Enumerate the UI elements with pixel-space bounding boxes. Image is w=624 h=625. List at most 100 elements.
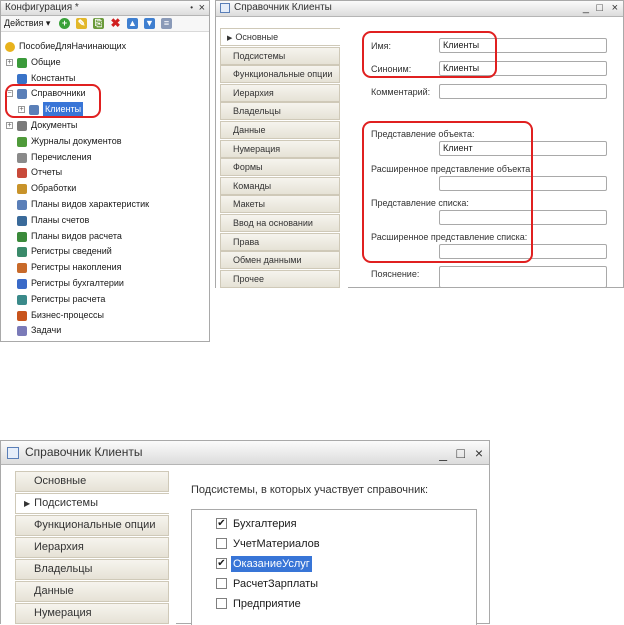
tree-item[interactable]: Регистры накопления: [1, 260, 209, 275]
tab-label: Основные: [235, 32, 279, 42]
tree-item[interactable]: Планы видов расчета: [1, 229, 209, 244]
tab-label: Формы: [233, 162, 263, 173]
expander-icon[interactable]: +: [6, 122, 13, 129]
pin-icon[interactable]: •: [190, 1, 193, 15]
tab-11[interactable]: Права: [220, 232, 340, 251]
tab-label: Функциональные опции: [233, 69, 333, 80]
explanation-field[interactable]: [439, 266, 607, 288]
list-icon[interactable]: ≡: [161, 18, 172, 29]
tab2-0[interactable]: Основные: [15, 471, 169, 492]
window2-title-icon: [7, 447, 19, 459]
subsystem-label: УчетМатериалов: [233, 538, 320, 550]
close-button[interactable]: ×: [612, 1, 618, 15]
add-icon[interactable]: +: [59, 18, 70, 29]
chart-calc-icon: [17, 231, 27, 242]
tab-0[interactable]: ▶ Основные: [220, 28, 340, 46]
tab-5[interactable]: Данные: [220, 121, 340, 139]
tab-label: Команды: [233, 180, 272, 191]
close-icon[interactable]: ×: [199, 1, 205, 15]
window1-titlebar: Справочник Клиенты _ □ ×: [216, 1, 623, 17]
tab-label: Владельцы: [34, 563, 93, 575]
tree-item[interactable]: Регистры сведений: [1, 244, 209, 259]
copy-icon[interactable]: ⎘: [93, 18, 104, 29]
info-registers-icon: [17, 247, 27, 258]
config-titlebar: Конфигурация * • ×: [1, 1, 209, 16]
tree-item-label: Бизнес-процессы: [31, 309, 104, 320]
processing-icon: [17, 184, 27, 195]
tab2-2[interactable]: Функциональные опции: [15, 515, 169, 536]
comment-field[interactable]: [439, 84, 607, 99]
tab2-3[interactable]: Иерархия: [15, 537, 169, 558]
tree-item[interactable]: Регистры расчета: [1, 292, 209, 307]
tree-item[interactable]: Планы видов характеристик: [1, 197, 209, 212]
tab-10[interactable]: Ввод на основании: [220, 214, 340, 232]
tree-item[interactable]: + Общие: [1, 55, 209, 70]
checkbox[interactable]: ✔: [216, 558, 227, 569]
tab-13[interactable]: Прочее: [220, 269, 340, 288]
tree-item[interactable]: Регистры бухгалтерии: [1, 276, 209, 291]
subsystem-label: ОказаниеУслуг: [231, 556, 312, 572]
tree-item[interactable]: Перечисления: [1, 150, 209, 165]
tab-6[interactable]: Нумерация: [220, 139, 340, 158]
tree-item-label: Общие: [31, 56, 61, 67]
tab-9[interactable]: Макеты: [220, 195, 340, 214]
window2-tab-column: Основные ▶ Подсистемы Функциональные опции И…: [1, 465, 176, 625]
subsystems-list: ✔ Бухгалтерия УчетМатериалов ✔ ОказаниеУслуг…: [191, 509, 477, 625]
edit-icon[interactable]: ✎: [76, 18, 87, 29]
active-tab-marker-icon: ▶: [24, 499, 31, 508]
checkbox[interactable]: ✔: [216, 518, 227, 529]
tab2-4[interactable]: Владельцы: [15, 559, 169, 580]
minimize-button[interactable]: _: [583, 1, 589, 15]
checkbox[interactable]: [216, 578, 227, 589]
minimize-button-2[interactable]: _: [439, 441, 447, 465]
business-process-icon: [17, 310, 27, 321]
maximize-button[interactable]: □: [596, 1, 603, 15]
checkbox[interactable]: [216, 538, 227, 549]
tab-2[interactable]: Функциональные опции: [220, 65, 340, 84]
tree-item[interactable]: ПособиеДляНачинающих: [1, 39, 209, 54]
close-button-2[interactable]: ×: [475, 441, 483, 465]
tab2-5[interactable]: Данные: [15, 581, 169, 602]
subsystem-label: РасчетЗарплаты: [233, 578, 319, 590]
expander-icon[interactable]: +: [6, 58, 13, 66]
comment-label: Комментарий:: [371, 87, 431, 97]
tab-3[interactable]: Иерархия: [220, 83, 340, 102]
tree-item-label: Задачи: [31, 325, 62, 336]
delete-icon[interactable]: ✖: [110, 17, 121, 29]
tab-label: Основные: [34, 475, 87, 487]
constants-icon: [17, 73, 27, 84]
tree-item[interactable]: + Документы: [1, 118, 209, 133]
tree-item[interactable]: Обработки: [1, 181, 209, 196]
checkbox[interactable]: [216, 598, 227, 609]
tab-label: Права: [233, 236, 260, 247]
tree-item[interactable]: Бизнес-процессы: [1, 308, 209, 323]
tasks-icon: [17, 326, 27, 337]
tree-item-label: Журналы документов: [31, 135, 122, 146]
tree-item-label: Обработки: [31, 183, 77, 194]
tab2-6[interactable]: Нумерация: [15, 603, 169, 624]
tree-item[interactable]: Задачи: [1, 323, 209, 338]
tab-label: Функциональные опции: [34, 519, 156, 531]
tab-1[interactable]: Подсистемы: [220, 46, 340, 65]
actions-menu[interactable]: Действия ▾: [4, 18, 50, 29]
config-toolbar: Действия ▾ + ✎ ⎘ ✖ ▲ ▼ ≡: [1, 16, 209, 32]
tab-12[interactable]: Обмен данными: [220, 251, 340, 270]
tab-8[interactable]: Команды: [220, 176, 340, 195]
tab2-1[interactable]: ▶ Подсистемы: [15, 493, 169, 514]
tab-4[interactable]: Владельцы: [220, 102, 340, 121]
maximize-button-2[interactable]: □: [457, 441, 465, 465]
tab-label: Данные: [233, 125, 266, 135]
tab-label: Макеты: [233, 199, 265, 210]
move-down-icon[interactable]: ▼: [144, 18, 155, 29]
tab-label: Иерархия: [34, 541, 84, 553]
move-up-icon[interactable]: ▲: [127, 18, 138, 29]
tree-item[interactable]: Отчеты: [1, 165, 209, 180]
highlight-catalogs: [5, 84, 101, 118]
tree-item[interactable]: Планы счетов: [1, 213, 209, 228]
tab-7[interactable]: Формы: [220, 158, 340, 177]
tree-item[interactable]: Журналы документов: [1, 134, 209, 149]
subsystem-label: Предприятие: [233, 598, 301, 610]
config-root-icon: [5, 42, 15, 52]
calc-registers-icon: [17, 294, 27, 305]
tab-label: Обмен данными: [233, 255, 302, 266]
